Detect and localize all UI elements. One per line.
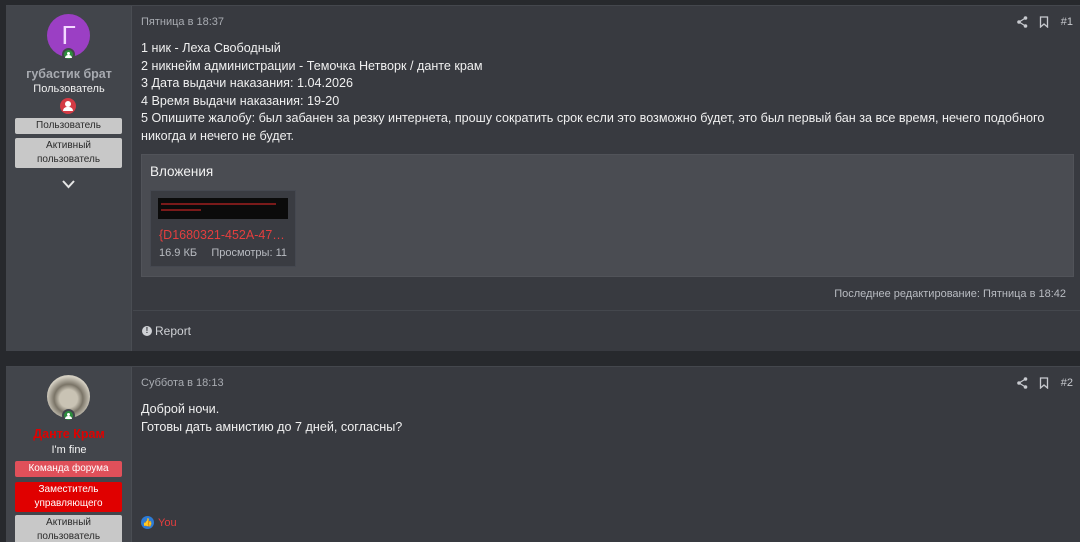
user-banner: Активный пользователь	[15, 515, 122, 542]
share-icon[interactable]	[1013, 376, 1035, 390]
online-icon	[62, 409, 75, 422]
post-actions: #2	[1013, 376, 1073, 390]
report-button[interactable]: ! Report	[142, 324, 191, 338]
user-banner: Команда форума	[15, 461, 122, 477]
user-banner: Пользователь	[15, 118, 122, 134]
message-line: Доброй ночи.	[141, 402, 220, 416]
reaction-summary[interactable]: 👍 You	[141, 516, 177, 529]
post-content: Суббота в 18:13 #2 Доброй ночи. Готовы д…	[133, 367, 1080, 542]
username[interactable]: Данте Крам	[6, 427, 132, 441]
user-banner: Заместитель управляющего	[15, 482, 122, 512]
message-line: 5 Опишите жалобу: был забанен за резку и…	[141, 111, 1045, 143]
chevron-down-icon[interactable]	[62, 178, 75, 192]
post-number[interactable]: #1	[1061, 16, 1073, 28]
post: Данте Крам I'm fine Команда форума Замес…	[6, 366, 1080, 542]
attachment-views: Просмотры: 11	[211, 247, 287, 259]
message-line: 3 Дата выдачи наказания: 1.04.2026	[141, 76, 354, 91]
attachments-title: Вложения	[150, 164, 214, 179]
post-message: 1 ник - Леха Свободный 2 никнейм админис…	[141, 40, 1066, 146]
attachment-size: 16.9 КБ	[159, 247, 198, 259]
post-number[interactable]: #2	[1061, 377, 1073, 389]
like-icon: 👍	[141, 516, 154, 529]
user-title: Пользователь	[33, 83, 105, 95]
username[interactable]: губастик брат	[6, 67, 132, 81]
online-icon	[62, 48, 75, 61]
attachment-thumbnail[interactable]	[158, 198, 288, 219]
divider	[133, 310, 1080, 311]
message-line: 2 никнейм администрации - Темочка Нетвор…	[141, 58, 483, 73]
attachments-block: Вложения {D1680321-452A-47B… 16.9 КБ Про…	[141, 154, 1074, 277]
report-icon: !	[142, 326, 152, 336]
message-line: Готовы дать амнистию до 7 дней, согласны…	[141, 419, 403, 434]
user-badge-icon	[60, 98, 76, 114]
bookmark-icon[interactable]	[1035, 376, 1057, 390]
attachment-item[interactable]: {D1680321-452A-47B… 16.9 КБ Просмотры: 1…	[150, 190, 296, 267]
bookmark-icon[interactable]	[1035, 15, 1057, 29]
post: Г губастик брат Пользователь Пользовател…	[6, 5, 1080, 351]
last-edited: Последнее редактирование: Пятница в 18:4…	[834, 288, 1066, 300]
post-actions: #1	[1013, 15, 1073, 29]
attachment-filename[interactable]: {D1680321-452A-47B…	[159, 228, 291, 242]
post-author-sidebar: Данте Крам I'm fine Команда форума Замес…	[6, 367, 132, 542]
post-date[interactable]: Пятница в 18:37	[141, 16, 224, 28]
user-banner: Активный пользователь	[15, 138, 122, 168]
post-author-sidebar: Г губастик брат Пользователь Пользовател…	[6, 6, 132, 351]
message-line: 4 Время выдачи наказания: 19-20	[141, 93, 340, 108]
post-message: Доброй ночи. Готовы дать амнистию до 7 д…	[141, 401, 1066, 436]
report-label: Report	[155, 324, 192, 338]
reaction-label[interactable]: You	[158, 517, 177, 529]
user-title: I'm fine	[51, 444, 87, 456]
post-date[interactable]: Суббота в 18:13	[141, 377, 224, 389]
message-line: 1 ник - Леха Свободный	[141, 41, 281, 55]
post-content: Пятница в 18:37 #1 1 ник - Леха Свободны…	[133, 6, 1080, 351]
share-icon[interactable]	[1013, 15, 1035, 29]
